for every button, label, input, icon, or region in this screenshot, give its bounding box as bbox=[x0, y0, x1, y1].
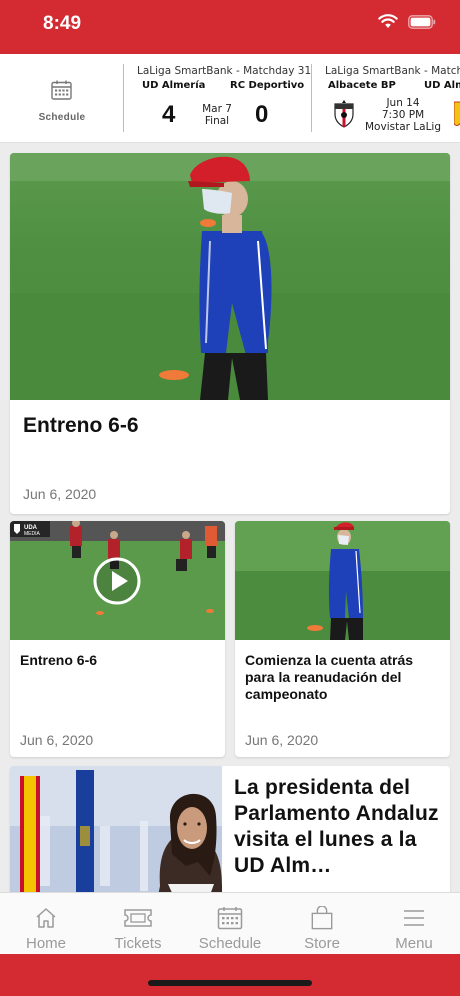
shopping-bag-icon bbox=[310, 906, 334, 930]
match-info: Jun 14 7:30 PM Movistar LaLiga bbox=[360, 97, 446, 133]
match-league: LaLiga SmartBank - Matchday 32 bbox=[325, 65, 460, 77]
away-score: 0 bbox=[255, 101, 269, 128]
play-icon[interactable] bbox=[93, 557, 141, 605]
tab-menu[interactable]: Menu bbox=[368, 893, 460, 954]
match-venue: Movistar LaLiga bbox=[365, 121, 441, 133]
tab-store[interactable]: Store bbox=[276, 893, 368, 954]
news-image bbox=[235, 521, 450, 640]
news-card-countdown[interactable]: Comienza la cuenta atrás para la reanuda… bbox=[235, 521, 450, 757]
away-team: UD Almería bbox=[424, 80, 460, 91]
video-card-title: Entreno 6-6 bbox=[20, 652, 98, 668]
wide-card-title: La presidenta del Parlamento Andaluz vis… bbox=[234, 776, 439, 877]
hamburger-menu-icon bbox=[402, 906, 426, 930]
hero-date: Jun 6, 2020 bbox=[23, 486, 97, 502]
schedule-label: Schedule bbox=[38, 112, 86, 123]
home-team: UD Almería bbox=[142, 80, 206, 91]
away-team: RC Deportivo bbox=[230, 80, 305, 91]
tab-label: Tickets bbox=[114, 935, 162, 952]
video-card-date: Jun 6, 2020 bbox=[20, 732, 94, 748]
wide-card-image bbox=[10, 766, 222, 892]
home-indicator[interactable] bbox=[148, 980, 312, 986]
hero-title: Entreno 6-6 bbox=[23, 414, 139, 437]
match-league: LaLiga SmartBank - Matchday 31 bbox=[137, 65, 312, 77]
match-card-1[interactable]: LaLiga SmartBank - Matchday 31 UD Almerí… bbox=[124, 54, 312, 142]
wide-news-card[interactable]: La presidenta del Parlamento Andaluz vis… bbox=[10, 766, 450, 892]
scores-bar: Schedule LaLiga SmartBank - Matchday 31 … bbox=[0, 54, 460, 143]
home-score: 4 bbox=[162, 101, 176, 128]
almeria-crest-icon bbox=[453, 100, 460, 131]
match-date: Jun 14 bbox=[386, 97, 420, 109]
home-team: Albacete BP bbox=[328, 80, 396, 91]
tab-label: Schedule bbox=[198, 935, 262, 952]
tab-schedule[interactable]: Schedule bbox=[184, 893, 276, 954]
video-thumbnail: UDA MEDIA bbox=[10, 521, 225, 640]
hero-news-card[interactable]: Entreno 6-6 Jun 6, 2020 bbox=[10, 153, 450, 514]
tab-tickets[interactable]: Tickets bbox=[92, 893, 184, 954]
bottom-safe-area bbox=[0, 954, 460, 996]
video-news-card[interactable]: UDA MEDIA Entreno 6-6 Jun 6, 2020 bbox=[10, 521, 225, 757]
wifi-icon bbox=[378, 14, 398, 29]
match-time: 7:30 PM bbox=[381, 109, 425, 121]
hero-image bbox=[10, 153, 450, 400]
status-time: 8:49 bbox=[43, 13, 82, 34]
calendar-icon bbox=[51, 80, 72, 105]
news-card-title: Comienza la cuenta atrás para la reanuda… bbox=[245, 652, 414, 702]
tab-label: Store bbox=[304, 935, 340, 952]
match-status: Final bbox=[204, 115, 230, 127]
tab-home[interactable]: Home bbox=[0, 893, 92, 954]
schedule-tile[interactable]: Schedule bbox=[0, 54, 124, 142]
tab-label: Home bbox=[25, 935, 66, 952]
news-card-date: Jun 6, 2020 bbox=[245, 732, 319, 748]
calendar-icon bbox=[217, 906, 243, 930]
match-date-status: Mar 7 Final bbox=[194, 103, 240, 127]
status-icons bbox=[378, 14, 436, 29]
tab-label: Menu bbox=[395, 935, 433, 952]
news-feed[interactable]: Entreno 6-6 Jun 6, 2020 UDA MEDIA Entren… bbox=[0, 143, 460, 892]
tab-bar: Home Tickets Schedule Store Menu bbox=[0, 892, 460, 954]
battery-icon bbox=[408, 14, 436, 29]
match-date: Mar 7 bbox=[202, 103, 232, 115]
home-icon bbox=[34, 906, 58, 930]
match-card-2[interactable]: LaLiga SmartBank - Matchday 32 Albacete … bbox=[312, 54, 460, 142]
status-bar: 8:49 bbox=[0, 0, 460, 54]
albacete-crest-icon bbox=[333, 100, 355, 133]
svg-text:MEDIA: MEDIA bbox=[24, 531, 41, 537]
ticket-icon bbox=[123, 906, 153, 930]
